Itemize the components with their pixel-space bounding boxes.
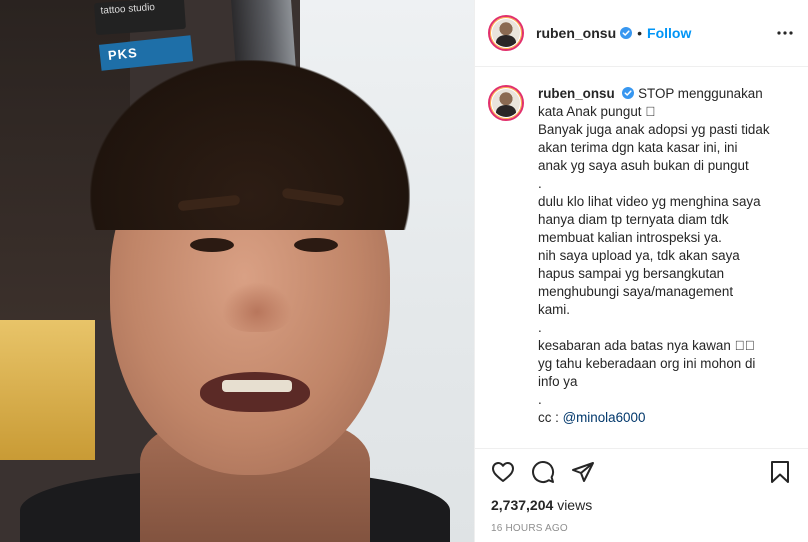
views-number: 2,737,204 <box>491 497 554 513</box>
comment-icon[interactable] <box>531 460 555 484</box>
more-options-icon[interactable] <box>776 24 794 42</box>
verified-badge-icon <box>622 87 635 99</box>
wall-sticker: tattoo studio <box>93 0 187 36</box>
left-eye <box>190 238 234 252</box>
heart-icon[interactable] <box>491 460 515 484</box>
bookmark-icon[interactable] <box>768 460 792 484</box>
right-eye <box>294 238 338 252</box>
post-video[interactable]: tattoo studio PKS <box>0 0 474 542</box>
post-timestamp[interactable]: 16 HOURS AGO <box>491 523 792 534</box>
teeth <box>222 380 292 392</box>
views-label: views <box>557 497 593 513</box>
caption-avatar[interactable] <box>488 85 524 121</box>
instagram-post: tattoo studio PKS ruben_onsu • Follow ru… <box>0 0 808 542</box>
username-link[interactable]: ruben_onsu <box>536 25 616 41</box>
caption: ruben_onsu STOP menggunakan kata Anak pu… <box>538 85 794 448</box>
caption-text: STOP menggunakan kata Anak pungut ⃞ Bany… <box>538 86 770 425</box>
post-actions: 2,737,204 views 16 HOURS AGO <box>475 448 808 542</box>
avatar[interactable] <box>488 15 524 51</box>
caption-username[interactable]: ruben_onsu <box>538 86 615 101</box>
view-count[interactable]: 2,737,204 views <box>491 497 792 513</box>
separator-dot: • <box>637 25 643 41</box>
person-hair <box>90 60 410 230</box>
mention-link[interactable]: @minola6000 <box>563 410 646 425</box>
caption-area: ruben_onsu STOP menggunakan kata Anak pu… <box>475 67 808 448</box>
background-poster <box>0 320 95 460</box>
paper-plane-icon[interactable] <box>571 460 595 484</box>
verified-badge-icon <box>620 27 633 39</box>
follow-button[interactable]: Follow <box>647 25 691 41</box>
post-sidebar: ruben_onsu • Follow ruben_onsu STOP meng… <box>474 0 808 542</box>
nose <box>222 282 292 332</box>
post-header: ruben_onsu • Follow <box>475 0 808 67</box>
action-bar <box>491 449 792 495</box>
mouth <box>200 372 310 412</box>
